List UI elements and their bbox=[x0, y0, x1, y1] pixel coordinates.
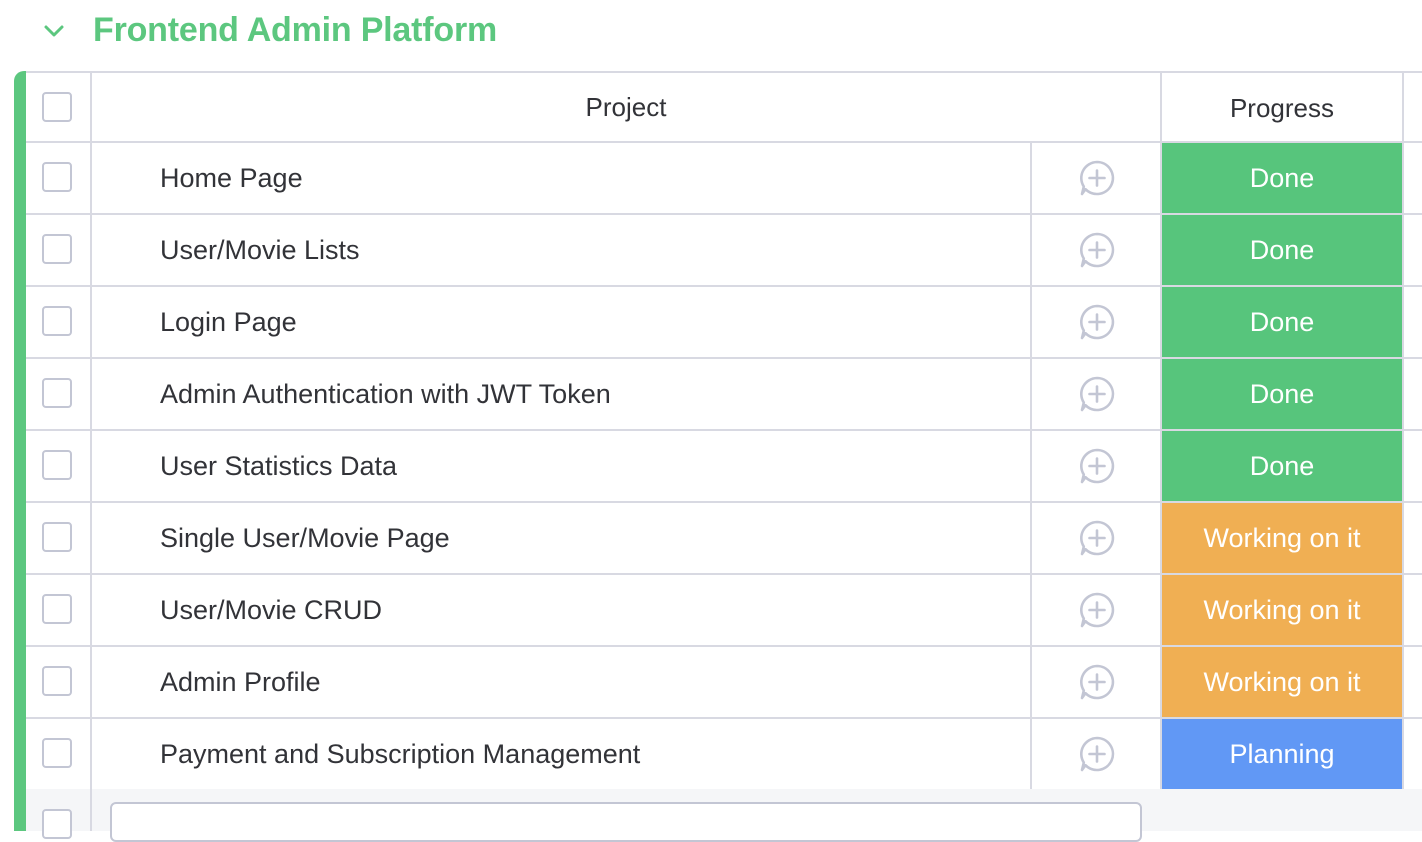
row-checkbox-cell bbox=[26, 647, 92, 717]
status-label: Done bbox=[1249, 451, 1315, 481]
updates-cell bbox=[1032, 575, 1162, 645]
item-name: User Statistics Data bbox=[160, 451, 398, 481]
row-checkbox[interactable] bbox=[42, 234, 72, 264]
item-name-cell[interactable]: User Statistics Data bbox=[92, 431, 1032, 501]
item-name: Single User/Movie Page bbox=[160, 523, 450, 553]
row-checkbox[interactable] bbox=[42, 738, 72, 768]
row-checkbox-cell bbox=[26, 287, 92, 357]
table-row: User/Movie Lists Done bbox=[26, 215, 1422, 287]
updates-cell bbox=[1032, 503, 1162, 573]
add-update-icon[interactable] bbox=[1077, 518, 1117, 558]
add-item-divider bbox=[90, 789, 92, 831]
row-checkbox[interactable] bbox=[42, 666, 72, 696]
status-cell[interactable]: Done bbox=[1162, 431, 1404, 501]
item-name: Payment and Subscription Management bbox=[160, 739, 641, 769]
project-column-header[interactable]: Project bbox=[92, 73, 1162, 143]
item-name-cell[interactable]: Admin Authentication with JWT Token bbox=[92, 359, 1032, 429]
row-checkbox-cell bbox=[26, 503, 92, 573]
status-cell[interactable]: Done bbox=[1162, 143, 1404, 213]
group-color-bar bbox=[14, 71, 26, 831]
select-all-checkbox[interactable] bbox=[42, 92, 72, 122]
add-update-icon[interactable] bbox=[1077, 446, 1117, 486]
row-checkbox-cell bbox=[26, 431, 92, 501]
row-checkbox-cell bbox=[26, 143, 92, 213]
status-label: Done bbox=[1249, 235, 1315, 265]
updates-cell bbox=[1032, 287, 1162, 357]
status-label: Done bbox=[1249, 379, 1315, 409]
item-name-cell[interactable]: Admin Profile bbox=[92, 647, 1032, 717]
table-row: Home Page Done bbox=[26, 143, 1422, 215]
item-name-cell[interactable]: User/Movie Lists bbox=[92, 215, 1032, 285]
item-name-cell[interactable]: Payment and Subscription Management bbox=[92, 719, 1032, 789]
item-name: Admin Authentication with JWT Token bbox=[160, 379, 611, 409]
item-name-cell[interactable]: Login Page bbox=[92, 287, 1032, 357]
table-row: Login Page Done bbox=[26, 287, 1422, 359]
item-name: User/Movie Lists bbox=[160, 235, 360, 265]
row-checkbox-cell bbox=[26, 215, 92, 285]
status-label: Planning bbox=[1229, 739, 1335, 769]
item-name: Home Page bbox=[160, 163, 303, 193]
row-checkbox[interactable] bbox=[42, 306, 72, 336]
item-name: Admin Profile bbox=[160, 667, 321, 697]
updates-cell bbox=[1032, 359, 1162, 429]
status-cell[interactable]: Done bbox=[1162, 287, 1404, 357]
table-row: User/Movie CRUD Working on it bbox=[26, 575, 1422, 647]
add-item-input[interactable] bbox=[110, 802, 1142, 842]
item-name-cell[interactable]: Single User/Movie Page bbox=[92, 503, 1032, 573]
status-cell[interactable]: Done bbox=[1162, 359, 1404, 429]
add-update-icon[interactable] bbox=[1077, 734, 1117, 774]
status-label: Working on it bbox=[1203, 667, 1361, 697]
item-name-cell[interactable]: Home Page bbox=[92, 143, 1032, 213]
updates-cell bbox=[1032, 719, 1162, 789]
chevron-down-icon[interactable] bbox=[40, 17, 68, 45]
item-name: Login Page bbox=[160, 307, 297, 337]
table-row: Admin Authentication with JWT Token Done bbox=[26, 359, 1422, 431]
header-checkbox-cell bbox=[26, 73, 92, 143]
updates-cell bbox=[1032, 215, 1162, 285]
status-cell[interactable]: Done bbox=[1162, 215, 1404, 285]
progress-column-header[interactable]: Progress bbox=[1162, 73, 1404, 143]
table-row: Payment and Subscription Management Plann… bbox=[26, 719, 1422, 791]
add-update-icon[interactable] bbox=[1077, 662, 1117, 702]
row-checkbox-cell bbox=[26, 719, 92, 789]
group-title[interactable]: Frontend Admin Platform bbox=[93, 8, 497, 52]
status-label: Done bbox=[1249, 307, 1315, 337]
status-label: Done bbox=[1249, 163, 1315, 193]
row-checkbox-cell bbox=[26, 359, 92, 429]
status-cell[interactable]: Working on it bbox=[1162, 503, 1404, 573]
status-cell[interactable]: Working on it bbox=[1162, 647, 1404, 717]
updates-cell bbox=[1032, 647, 1162, 717]
table-row: Single User/Movie Page Working on it bbox=[26, 503, 1422, 575]
add-update-icon[interactable] bbox=[1077, 230, 1117, 270]
row-checkbox[interactable] bbox=[42, 378, 72, 408]
row-checkbox[interactable] bbox=[42, 522, 72, 552]
group-table: Project Progress Home Page Done User/Movie… bbox=[26, 71, 1422, 842]
status-cell[interactable]: Planning bbox=[1162, 719, 1404, 789]
status-label: Working on it bbox=[1203, 595, 1361, 625]
updates-cell bbox=[1032, 431, 1162, 501]
add-update-icon[interactable] bbox=[1077, 158, 1117, 198]
add-item-row bbox=[26, 789, 1422, 842]
row-checkbox[interactable] bbox=[42, 450, 72, 480]
row-checkbox-cell bbox=[26, 575, 92, 645]
updates-cell bbox=[1032, 143, 1162, 213]
add-update-icon[interactable] bbox=[1077, 374, 1117, 414]
add-update-icon[interactable] bbox=[1077, 590, 1117, 630]
status-label: Working on it bbox=[1203, 523, 1361, 553]
row-checkbox[interactable] bbox=[42, 162, 72, 192]
row-checkbox[interactable] bbox=[42, 594, 72, 624]
table-header-row: Project Progress bbox=[26, 71, 1422, 143]
add-update-icon[interactable] bbox=[1077, 302, 1117, 342]
table-row: Admin Profile Working on it bbox=[26, 647, 1422, 719]
table-row: User Statistics Data Done bbox=[26, 431, 1422, 503]
add-item-checkbox bbox=[42, 809, 72, 839]
item-name-cell[interactable]: User/Movie CRUD bbox=[92, 575, 1032, 645]
status-cell[interactable]: Working on it bbox=[1162, 575, 1404, 645]
item-name: User/Movie CRUD bbox=[160, 595, 383, 625]
group-header: Frontend Admin Platform bbox=[0, 0, 1422, 66]
